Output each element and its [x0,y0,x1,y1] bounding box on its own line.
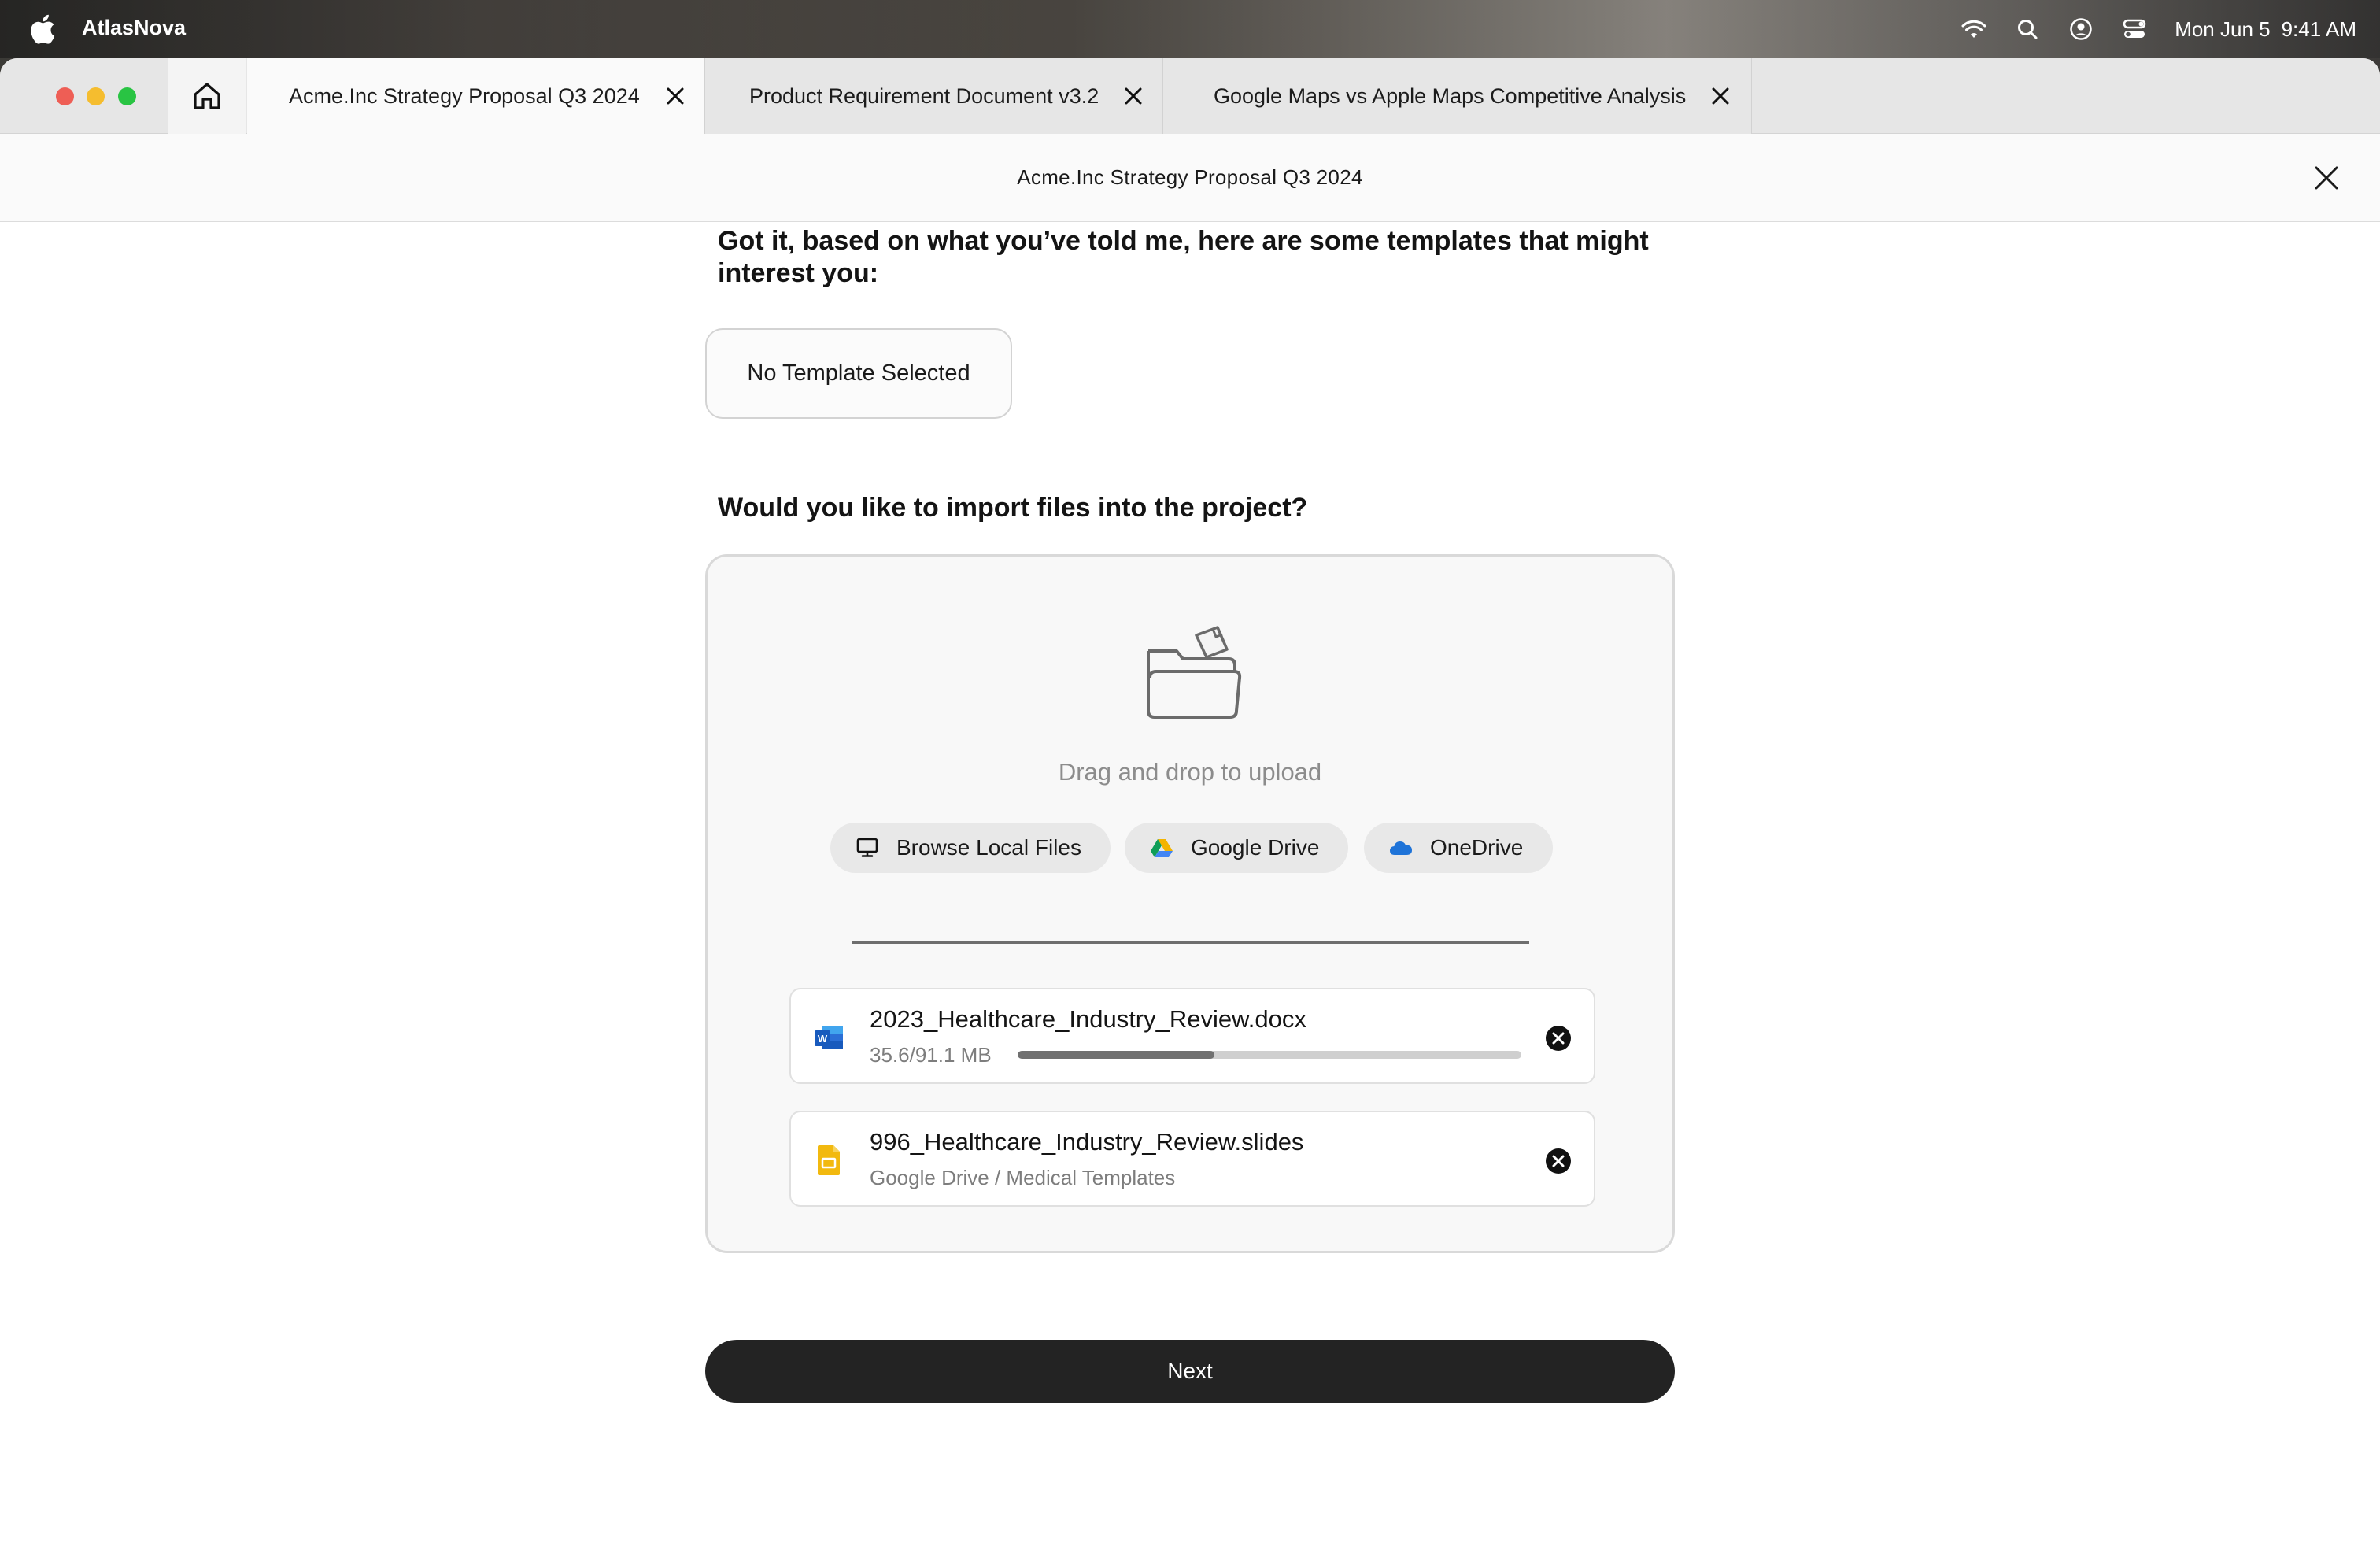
upload-progress-bar [1018,1051,1521,1059]
onedrive-label: OneDrive [1430,835,1524,860]
import-heading: Would you like to import files into the … [718,493,1308,523]
upload-dropzone[interactable]: Drag and drop to upload Browse Local Fil… [705,554,1675,1253]
browse-local-files-label: Browse Local Files [896,835,1081,860]
status-area: Mon Jun 5 9:41 AM [1961,0,2380,58]
upload-sources: Browse Local Files Google Drive OneDrive [708,823,1672,873]
window-zoom-button[interactable] [118,87,136,105]
onedrive-button[interactable]: OneDrive [1364,823,1553,873]
window-close-button[interactable] [56,87,74,105]
main-content: Got it, based on what you’ve told me, he… [0,222,2380,1546]
app-window: Acme.Inc Strategy Proposal Q3 2024 Produ… [0,58,2380,1546]
tab-bar: Acme.Inc Strategy Proposal Q3 2024 Produ… [0,58,2380,134]
clock-date: Mon Jun 5 [2175,17,2271,41]
home-icon [194,83,220,109]
apple-logo-icon[interactable] [30,14,55,44]
folder-upload-icon [1147,626,1242,719]
templates-heading: Got it, based on what you’ve told me, he… [718,226,1649,288]
google-drive-button[interactable]: Google Drive [1125,823,1348,873]
clock-time: 9:41 AM [2281,17,2356,41]
onedrive-cloud-icon [1389,836,1413,860]
google-drive-icon [1150,836,1173,860]
document-title: Acme.Inc Strategy Proposal Q3 2024 [1017,165,1363,189]
uploaded-file-card: W 2023_Healthcare_Industry_Review.docx 3… [789,988,1595,1084]
word-doc-icon: W [815,1026,843,1049]
user-circle-icon[interactable] [2068,16,2094,43]
uploaded-file-card: 996_Healthcare_Industry_Review.slides Go… [789,1111,1595,1207]
tab-maps-analysis[interactable]: Google Maps vs Apple Maps Competitive An… [1163,58,1752,134]
wifi-icon[interactable] [1961,16,1987,43]
upload-progress-fill [1018,1051,1214,1059]
svg-text:W: W [818,1033,828,1045]
app-name[interactable]: AtlasNova [82,16,186,40]
file-name: 2023_Healthcare_Industry_Review.docx [870,1005,1306,1033]
home-tab[interactable] [168,58,246,134]
drag-drop-text: Drag and drop to upload [1058,758,1322,786]
close-icon[interactable] [664,85,686,107]
upload-divider [852,941,1529,944]
document-title-bar: Acme.Inc Strategy Proposal Q3 2024 [0,134,2380,222]
file-location: Google Drive / Medical Templates [870,1166,1176,1189]
next-button[interactable]: Next [705,1340,1675,1403]
tab-label: Google Maps vs Apple Maps Competitive An… [1214,83,1687,108]
google-slides-icon [818,1145,840,1175]
tab-acme-strategy[interactable]: Acme.Inc Strategy Proposal Q3 2024 [247,58,705,134]
browse-local-files-button[interactable]: Browse Local Files [830,823,1111,873]
window-minimize-button[interactable] [87,87,105,105]
search-icon[interactable] [2014,16,2041,43]
remove-file-icon[interactable] [1545,1148,1572,1174]
tab-product-requirements[interactable]: Product Requirement Document v3.2 [705,58,1163,134]
close-icon[interactable] [2312,164,2341,192]
template-select-button[interactable]: No Template Selected [705,328,1012,419]
close-icon[interactable] [1709,85,1731,107]
file-size-progress-text: 35.6/91.1 MB [870,1043,992,1067]
monitor-icon [856,836,879,860]
close-icon[interactable] [1122,85,1144,107]
tab-label: Acme.Inc Strategy Proposal Q3 2024 [289,83,640,108]
tab-label: Product Requirement Document v3.2 [749,83,1099,108]
menu-clock[interactable]: Mon Jun 5 9:41 AM [2175,17,2356,42]
remove-file-icon[interactable] [1545,1025,1572,1052]
google-drive-label: Google Drive [1191,835,1320,860]
file-name: 996_Healthcare_Industry_Review.slides [870,1128,1304,1156]
control-center-icon[interactable] [2121,16,2148,43]
system-menu-bar: AtlasNova Mon Jun 5 9:41 AM [0,0,2380,58]
